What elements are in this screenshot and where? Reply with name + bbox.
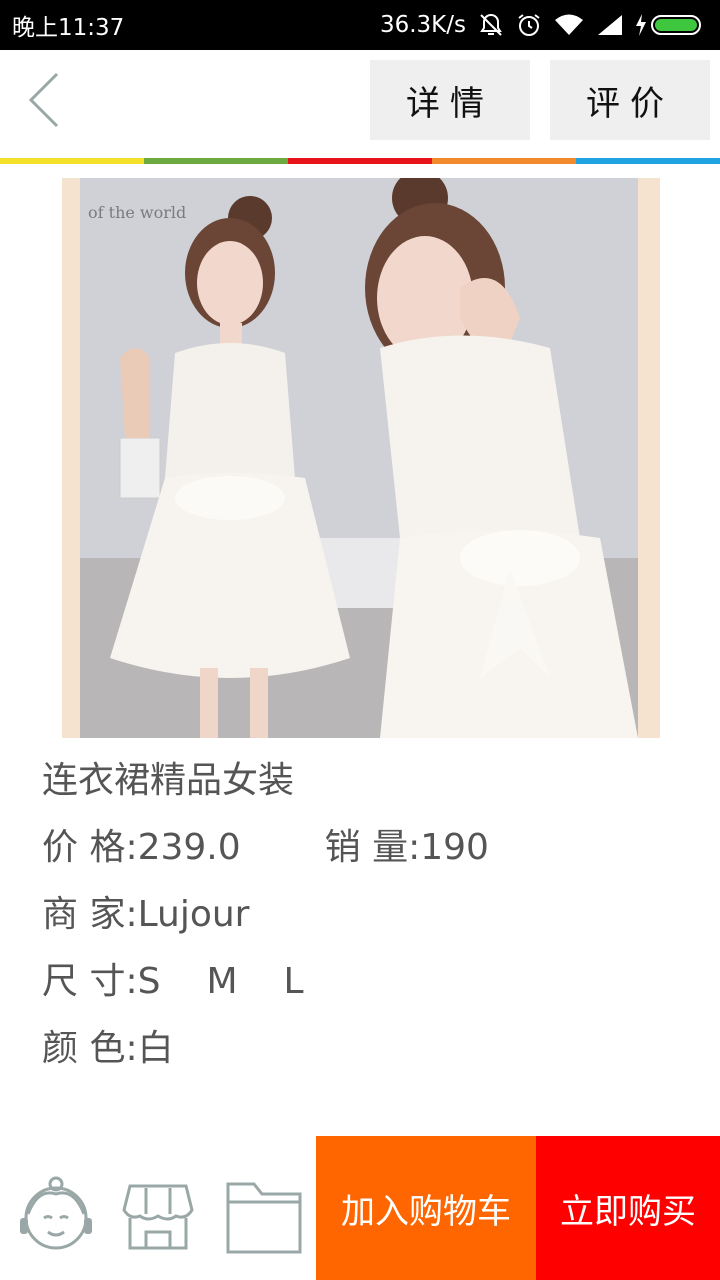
battery-charging-icon [636, 12, 706, 38]
product-name: 连衣裙精品女装 [42, 760, 295, 801]
tab-detail[interactable]: 详情 [370, 60, 530, 140]
product-image[interactable]: of the world [62, 178, 660, 738]
strip-red [288, 158, 432, 164]
shop-button[interactable] [116, 1174, 200, 1258]
color-row: 颜 色:白 [42, 1020, 682, 1087]
product-info: 连衣裙精品女装 价 格:239.0 销 量:190 商 家:Lujour 尺 寸:… [42, 752, 682, 1087]
back-button[interactable] [18, 68, 68, 132]
wifi-icon [554, 13, 584, 37]
shop-icon [122, 1184, 194, 1250]
sales-value: 190 [420, 827, 489, 868]
add-to-cart-button[interactable]: 加入购物车 [316, 1136, 536, 1280]
customer-service-button[interactable] [14, 1174, 98, 1258]
folder-icon [226, 1182, 302, 1254]
chevron-left-icon [28, 72, 59, 128]
top-nav: 详情 评价 [0, 50, 720, 158]
size-option-m[interactable]: M [206, 961, 237, 1002]
seller-row: 商 家:Lujour [42, 886, 682, 953]
tab-review[interactable]: 评价 [550, 60, 710, 140]
size-option-s[interactable]: S [138, 961, 161, 1002]
alarm-icon [516, 12, 542, 38]
product-photo: of the world [80, 178, 638, 738]
seller-value: Lujour [137, 894, 250, 935]
size-option-l[interactable]: L [284, 961, 304, 1002]
size-label: 尺 寸: [42, 961, 138, 1002]
svg-text:of the world: of the world [88, 203, 186, 222]
favorites-button[interactable] [222, 1174, 306, 1258]
color-value[interactable]: 白 [138, 1028, 174, 1069]
strip-green [144, 158, 288, 164]
status-time: 晚上11:37 [12, 15, 125, 41]
network-speed: 36.3K/s [379, 12, 466, 38]
strip-orange [432, 158, 576, 164]
color-label: 颜 色: [42, 1028, 138, 1069]
strip-yellow [0, 158, 144, 164]
status-icons: 36.3K/s [380, 12, 706, 38]
color-strip [0, 158, 720, 164]
customer-service-icon [20, 1176, 92, 1250]
sales-label: 销 量: [324, 827, 421, 868]
size-row: 尺 寸:S M L [42, 953, 682, 1020]
seller-label: 商 家: [42, 894, 138, 935]
bottom-action-bar: 加入购物车 立即购买 [0, 1136, 720, 1280]
price-value: 239.0 [137, 827, 241, 868]
price-row: 价 格:239.0 销 量:190 [42, 819, 682, 886]
buy-now-button[interactable]: 立即购买 [536, 1136, 720, 1280]
signal-icon [596, 13, 624, 37]
mute-icon [478, 12, 504, 38]
price-label: 价 格: [42, 827, 138, 868]
strip-blue [576, 158, 720, 164]
status-bar: 晚上11:37 36.3K/s [0, 0, 720, 50]
